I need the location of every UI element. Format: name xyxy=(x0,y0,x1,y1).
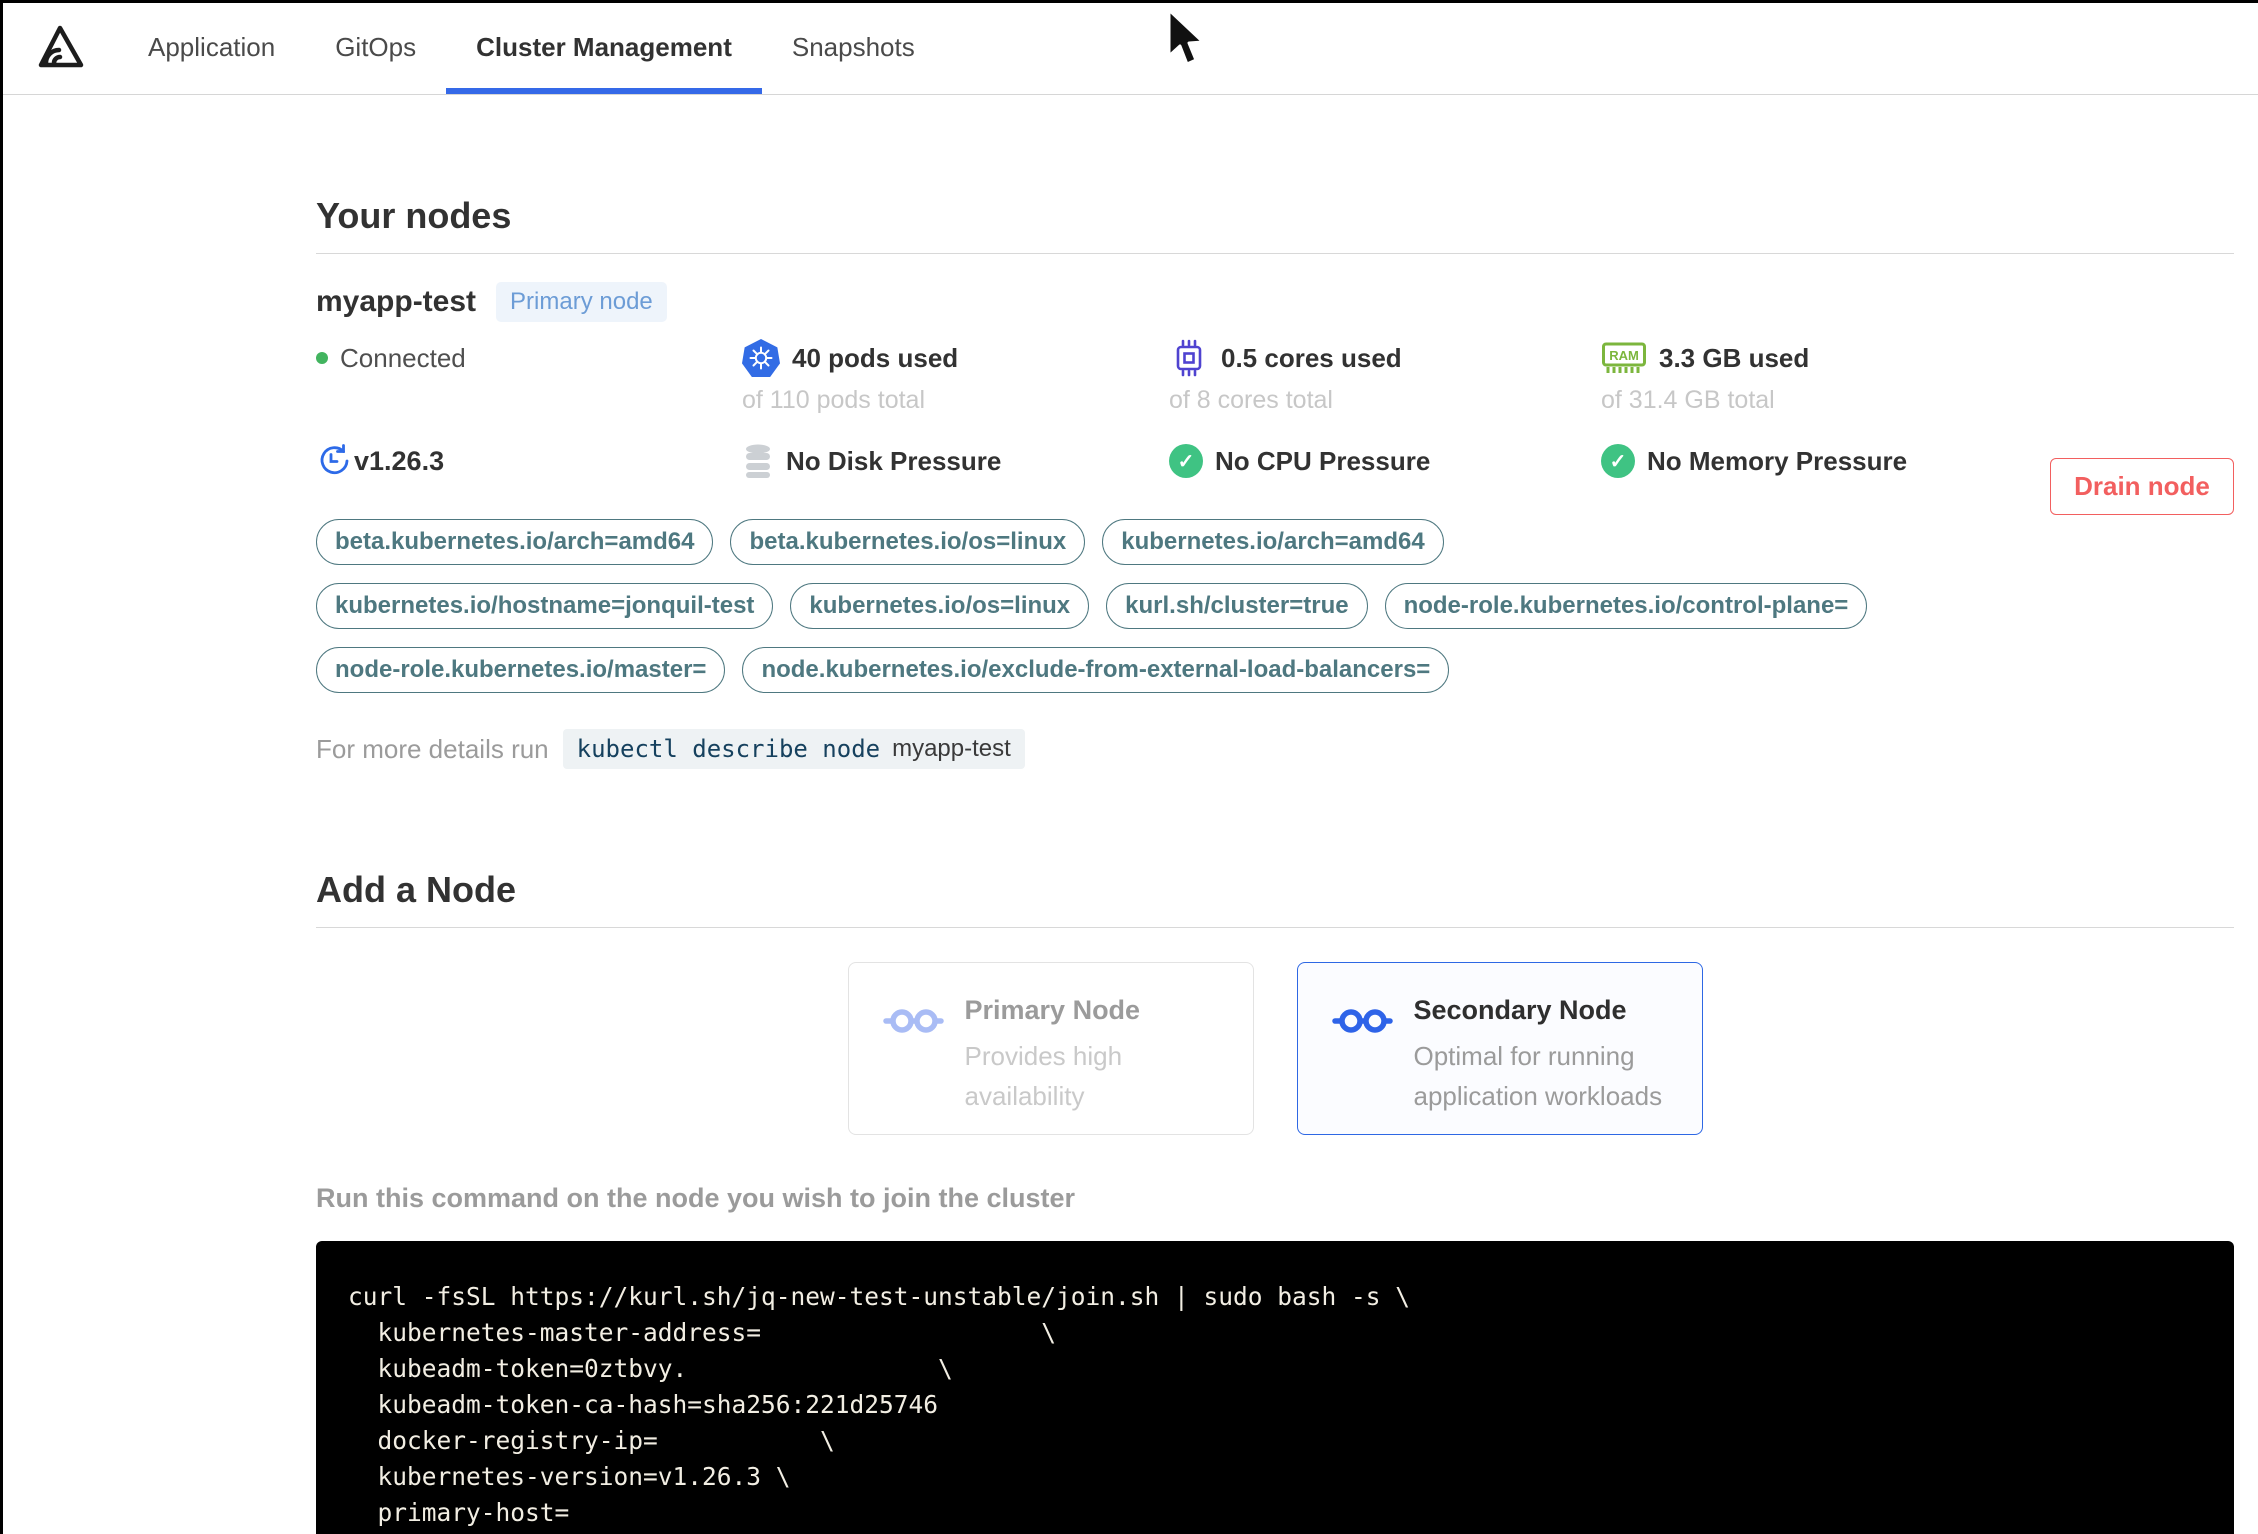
section-divider xyxy=(316,927,2234,928)
node-type-options: Primary Node Provides high availability … xyxy=(316,962,2234,1135)
node-label-pill: node-role.kubernetes.io/control-plane= xyxy=(1384,583,1868,629)
node-label-pill: node.kubernetes.io/exclude-from-external… xyxy=(742,647,1450,693)
tab-application[interactable]: Application xyxy=(118,0,305,94)
cores-used-value: 0.5 cores used xyxy=(1221,342,1402,373)
node-label-pill: kurl.sh/cluster=true xyxy=(1106,583,1368,629)
command-line: curl -fsSL https://kurl.sh/jq-new-test-u… xyxy=(348,1282,1411,1311)
describe-node-command: kubectl describe node myapp-test xyxy=(562,729,1025,769)
details-hint: For more details run xyxy=(316,733,549,764)
secondary-node-option[interactable]: Secondary Node Optimal for running appli… xyxy=(1296,962,1703,1135)
node-labels: beta.kubernetes.io/arch=amd64 beta.kuber… xyxy=(316,519,1876,693)
node-link-icon xyxy=(1331,1009,1393,1033)
node-label-pill: beta.kubernetes.io/os=linux xyxy=(730,519,1086,565)
node-label-pill: node-role.kubernetes.io/master= xyxy=(316,647,726,693)
primary-node-option-title: Primary Node xyxy=(964,995,1141,1025)
add-node-title: Add a Node xyxy=(316,869,517,910)
cores-total: of 8 cores total xyxy=(1169,386,1333,414)
command-line: kubernetes-master-address= \ xyxy=(348,1318,1057,1347)
memory-pressure-label: No Memory Pressure xyxy=(1647,445,1908,476)
replicated-logo-icon xyxy=(38,25,84,68)
cpu-pressure-cell: ✓ No CPU Pressure xyxy=(1169,439,1601,483)
join-instruction: Run this command on the node you wish to… xyxy=(316,1183,1076,1213)
node-label-pill: kubernetes.io/arch=amd64 xyxy=(1102,519,1444,565)
command-line: docker-registry-ip= \ xyxy=(348,1426,835,1455)
cpu-pressure-label: No CPU Pressure xyxy=(1215,445,1431,476)
pods-stat: 40 pods used of 110 pods total xyxy=(742,336,1169,415)
top-nav: Application GitOps Cluster Management Sn… xyxy=(0,0,2258,95)
tab-cluster-management[interactable]: Cluster Management xyxy=(446,0,762,94)
node-status: Connected xyxy=(340,342,466,373)
kubectl-command: kubectl describe node xyxy=(576,735,881,763)
window-left-edge xyxy=(0,0,3,1534)
check-icon: ✓ xyxy=(1169,444,1203,478)
disk-pressure-label: No Disk Pressure xyxy=(786,445,1002,476)
kubectl-command-node: myapp-test xyxy=(892,735,1011,762)
node-version: v1.26.3 xyxy=(354,445,445,476)
version-history-icon xyxy=(320,444,349,475)
window-top-edge xyxy=(0,0,2258,3)
memory-total: of 31.4 GB total xyxy=(1601,386,1775,414)
nav-tabs: Application GitOps Cluster Management Sn… xyxy=(118,0,945,94)
cpu-stat: 0.5 cores used of 8 cores total xyxy=(1169,336,1601,415)
main-content: Your nodes myapp-test Primary node Conne… xyxy=(0,195,2258,1534)
node-label-pill: beta.kubernetes.io/arch=amd64 xyxy=(316,519,714,565)
command-line: kubeadm-token-ca-hash=sha256:221d25746 xyxy=(348,1390,939,1419)
node-label-pill: kubernetes.io/os=linux xyxy=(790,583,1090,629)
secondary-node-option-title: Secondary Node xyxy=(1413,995,1627,1025)
node-label-pill: kubernetes.io/hostname=jonquil-test xyxy=(316,583,774,629)
kubernetes-icon xyxy=(742,339,780,377)
tab-gitops[interactable]: GitOps xyxy=(305,0,446,94)
svg-text:RAM: RAM xyxy=(1609,348,1639,363)
node-stats-grid: Connected 40 pods used of 110 pods total… xyxy=(316,336,2234,483)
details-line: For more details run kubectl describe no… xyxy=(316,729,2234,769)
app-logo[interactable] xyxy=(0,0,118,94)
join-command-terminal: curl -fsSL https://kurl.sh/jq-new-test-u… xyxy=(316,1241,2234,1534)
primary-node-option-desc: Provides high availability xyxy=(964,1041,1123,1111)
tab-snapshots[interactable]: Snapshots xyxy=(762,0,945,94)
secondary-node-option-desc: Optimal for running application workload… xyxy=(1413,1041,1663,1111)
primary-node-option[interactable]: Primary Node Provides high availability xyxy=(847,962,1254,1135)
node-link-icon xyxy=(882,1009,944,1033)
check-icon: ✓ xyxy=(1601,444,1635,478)
command-line: kubeadm-token=0ztbvy. \ xyxy=(348,1354,953,1383)
primary-node-badge: Primary node xyxy=(496,282,667,322)
disk-icon xyxy=(746,444,770,478)
ram-icon: RAM xyxy=(1602,342,1646,373)
pods-used-value: 40 pods used xyxy=(792,342,959,373)
disk-pressure-cell: No Disk Pressure xyxy=(742,439,1169,483)
pods-total: of 110 pods total xyxy=(742,386,926,414)
memory-stat: RAM 3.3 GB used of 31.4 GB total xyxy=(1601,336,2234,415)
version-cell: v1.26.3 xyxy=(316,439,742,483)
command-line: kubernetes-version=v1.26.3 \ xyxy=(348,1462,791,1491)
drain-node-button[interactable]: Drain node xyxy=(2050,458,2234,515)
cpu-icon xyxy=(1176,339,1202,377)
memory-used-value: 3.3 GB used xyxy=(1659,342,1810,373)
node-card: myapp-test Primary node Connected 40 pod… xyxy=(316,254,2234,769)
node-name: myapp-test xyxy=(316,285,477,318)
connected-dot-icon xyxy=(316,352,328,364)
command-line: primary-host= xyxy=(348,1498,570,1527)
node-status-cell: Connected xyxy=(316,336,742,415)
your-nodes-title: Your nodes xyxy=(316,195,512,236)
